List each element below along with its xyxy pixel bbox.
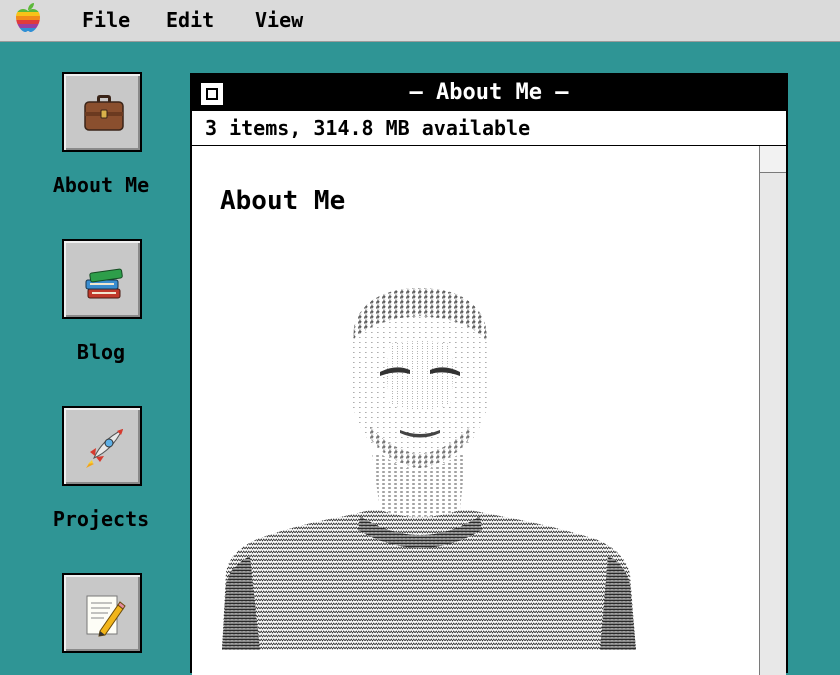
apple-logo-icon[interactable] bbox=[12, 2, 44, 34]
vertical-scrollbar[interactable] bbox=[759, 146, 786, 675]
window-info-bar: 3 items, 314.8 MB available bbox=[192, 111, 786, 146]
desktop-icon-blog[interactable]: Blog bbox=[46, 239, 156, 369]
desktop-icon-notes[interactable] bbox=[46, 573, 156, 653]
ascii-portrait-image: # - : bbox=[222, 288, 636, 650]
desktop-icon-tile[interactable] bbox=[62, 573, 142, 653]
menu-view[interactable]: View bbox=[255, 8, 303, 32]
window-title: — About Me — bbox=[409, 80, 569, 105]
notepad-pencil-icon bbox=[86, 595, 126, 637]
window-content: About Me # - : bbox=[192, 146, 759, 675]
desktop-icon-projects[interactable]: Projects bbox=[46, 406, 156, 536]
desktop-icon-label[interactable]: Blog bbox=[46, 340, 156, 364]
window-title-bar[interactable]: — About Me — bbox=[192, 75, 786, 111]
disk-info-text: 3 items, 314.8 MB available bbox=[205, 116, 531, 140]
desktop-icon-tile[interactable] bbox=[62, 239, 142, 319]
scroll-up-area[interactable] bbox=[760, 146, 786, 173]
desktop-icon-label[interactable]: Projects bbox=[46, 507, 156, 531]
page-heading: About Me bbox=[220, 186, 346, 216]
finder-window: — About Me — 3 items, 314.8 MB available… bbox=[190, 73, 788, 675]
books-icon bbox=[85, 268, 123, 299]
menu-file[interactable]: File bbox=[82, 8, 130, 32]
menu-bar: File Edit View bbox=[0, 0, 840, 42]
desktop-icon-tile[interactable] bbox=[62, 72, 142, 152]
briefcase-icon bbox=[84, 95, 124, 131]
desktop-icon-about-me[interactable]: About Me bbox=[46, 72, 156, 202]
rocket-icon bbox=[86, 428, 124, 468]
desktop-icon-tile[interactable] bbox=[62, 406, 142, 486]
menu-edit[interactable]: Edit bbox=[166, 8, 214, 32]
desktop-icon-label[interactable]: About Me bbox=[46, 173, 156, 197]
